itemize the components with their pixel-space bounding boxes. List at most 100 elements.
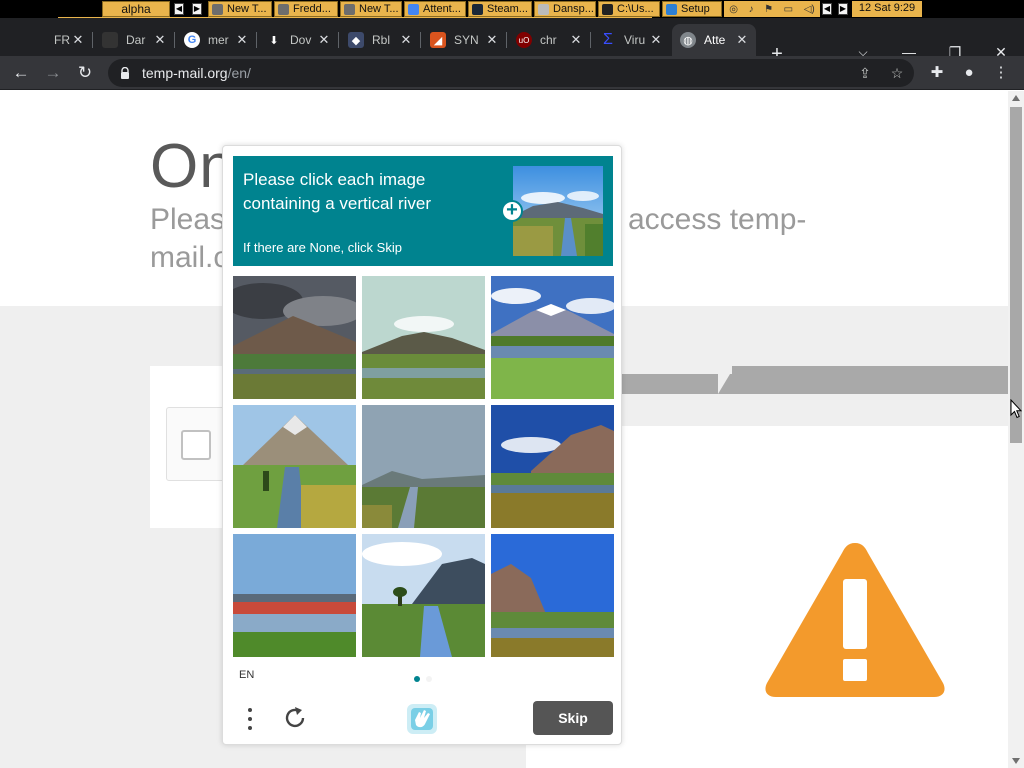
- image-tile[interactable]: [362, 405, 485, 528]
- tile-image: [491, 276, 614, 399]
- page-scrollbar[interactable]: [1008, 91, 1024, 768]
- example-image[interactable]: [513, 166, 603, 256]
- decorative-tab-bar: [622, 366, 1008, 394]
- mouse-cursor-icon: [1010, 399, 1022, 419]
- setup-icon: [666, 4, 677, 15]
- refresh-challenge-icon[interactable]: [281, 704, 309, 732]
- close-tab-icon[interactable]: ✕: [398, 32, 414, 48]
- taskbar-window[interactable]: Dansp...: [534, 1, 596, 17]
- browser-tab[interactable]: FRE ✕: [22, 24, 93, 56]
- taskbar-next-icon[interactable]: ▶: [192, 3, 202, 15]
- browser-tab[interactable]: ◢ SYN ✕: [422, 24, 507, 56]
- taskbar-window[interactable]: Fredd...: [274, 1, 338, 17]
- back-button[interactable]: ←: [8, 60, 34, 86]
- taskbar-prev-icon[interactable]: ◀: [174, 3, 184, 15]
- share-icon[interactable]: ⇪: [854, 63, 876, 83]
- workspace-label[interactable]: alpha: [102, 1, 170, 17]
- clock: 12 Sat 9:29: [852, 1, 922, 17]
- image-grid: [233, 276, 614, 657]
- close-tab-icon[interactable]: ✕: [648, 32, 664, 48]
- google-icon: G: [184, 32, 200, 48]
- taskbar-window[interactable]: Steam...: [468, 1, 532, 17]
- tile-image: [362, 276, 485, 399]
- image-tile[interactable]: [491, 405, 614, 528]
- taskbar-prev-icon[interactable]: ◀: [822, 3, 832, 15]
- browser-tab-active[interactable]: ◍ Atte ✕: [672, 24, 756, 56]
- close-tab-icon[interactable]: ✕: [568, 32, 584, 48]
- battery-icon[interactable]: ▭: [784, 4, 793, 15]
- more-options-icon[interactable]: [243, 704, 257, 734]
- browser-tab[interactable]: ⬇ Dov ✕: [258, 24, 339, 56]
- globe-icon: ◍: [680, 32, 696, 48]
- bookmark-star-icon[interactable]: ☆: [886, 63, 908, 83]
- close-tab-icon[interactable]: ✕: [70, 32, 86, 48]
- folder-icon: [538, 4, 549, 15]
- taskbar-window[interactable]: New T...: [208, 1, 272, 17]
- lock-icon: [121, 67, 129, 79]
- reload-button[interactable]: ↻: [72, 60, 98, 86]
- browser-tab[interactable]: Σ Viru ✕: [592, 24, 670, 56]
- taskbar-next-icon[interactable]: ▶: [838, 3, 848, 15]
- ublock-icon: uO: [516, 32, 532, 48]
- browser-tab[interactable]: uO chr ✕: [508, 24, 591, 56]
- taskbar-window[interactable]: Attent...: [404, 1, 466, 17]
- browser-toolbar: ← → ↻ temp-mail.org/en/ ⇪ ☆ ✚ ● ⋮: [0, 56, 1024, 90]
- tray-icon[interactable]: ♪: [749, 4, 754, 15]
- 7zip-icon: [602, 4, 613, 15]
- tile-image: [362, 405, 485, 528]
- image-tile[interactable]: [362, 534, 485, 657]
- tray-icon[interactable]: ◎: [729, 4, 738, 15]
- tile-image: [233, 534, 356, 657]
- image-tile[interactable]: [362, 276, 485, 399]
- captcha-checkbox[interactable]: [181, 430, 211, 460]
- tray-icon[interactable]: ⚑: [764, 4, 773, 15]
- extensions-icon[interactable]: ✚: [924, 60, 950, 86]
- close-tab-icon[interactable]: ✕: [234, 32, 250, 48]
- taskbar-window[interactable]: New T...: [340, 1, 402, 17]
- close-tab-icon[interactable]: ✕: [484, 32, 500, 48]
- zoom-example-icon[interactable]: +: [501, 200, 523, 222]
- page-indicator: [426, 676, 432, 682]
- challenge-hint: If there are None, click Skip: [243, 240, 402, 255]
- image-tile[interactable]: [233, 534, 356, 657]
- chrome-icon: [408, 4, 419, 15]
- close-tab-icon[interactable]: ✕: [734, 32, 750, 48]
- warning-icon: [765, 543, 945, 697]
- scroll-up-icon[interactable]: [1012, 95, 1020, 101]
- generic-icon: [30, 32, 46, 48]
- taskbar-window[interactable]: Setup: [662, 1, 722, 17]
- challenge-prompt: Please click each image containing a ver…: [233, 156, 613, 266]
- browser-tab[interactable]: ◆ Rbl ✕: [340, 24, 421, 56]
- roblox-icon: ◆: [348, 32, 364, 48]
- image-tile[interactable]: [491, 276, 614, 399]
- volume-icon[interactable]: ◁): [804, 4, 815, 15]
- language-selector[interactable]: EN: [239, 669, 254, 681]
- scrollbar-thumb[interactable]: [1010, 107, 1022, 443]
- window-icon: [344, 4, 355, 15]
- scroll-down-icon[interactable]: [1012, 758, 1020, 764]
- system-taskbar: alpha ◀ ▶ New T... Fredd... New T... Att…: [0, 0, 1024, 18]
- close-tab-icon[interactable]: ✕: [316, 32, 332, 48]
- taskbar-window[interactable]: C:\Us...: [598, 1, 660, 17]
- skip-button[interactable]: Skip: [533, 701, 613, 735]
- tile-image: [491, 405, 614, 528]
- image-tile[interactable]: [233, 405, 356, 528]
- dark-icon: [102, 32, 118, 48]
- browser-tab[interactable]: G mer ✕: [176, 24, 257, 56]
- address-bar[interactable]: temp-mail.org/en/ ⇪ ☆: [108, 59, 914, 87]
- menu-kebab-icon[interactable]: ⋮: [988, 60, 1014, 86]
- tile-image: [491, 534, 614, 657]
- tile-image: [233, 276, 356, 399]
- window-icon: [278, 4, 289, 15]
- forward-button[interactable]: →: [40, 60, 66, 86]
- hcaptcha-challenge: Please click each image containing a ver…: [222, 145, 622, 745]
- page-indicator-active: [414, 676, 420, 682]
- image-tile[interactable]: [491, 534, 614, 657]
- image-tile[interactable]: [233, 276, 356, 399]
- tab-strip: FRE ✕ Dar ✕ G mer ✕ ⬇ Dov ✕ ◆ Rbl ✕ ◢ SY…: [0, 18, 1024, 64]
- close-tab-icon[interactable]: ✕: [152, 32, 168, 48]
- browser-tab[interactable]: Dar ✕: [94, 24, 175, 56]
- window-icon: [212, 4, 223, 15]
- hcaptcha-logo-icon[interactable]: [405, 702, 439, 736]
- profile-icon[interactable]: ●: [956, 60, 982, 86]
